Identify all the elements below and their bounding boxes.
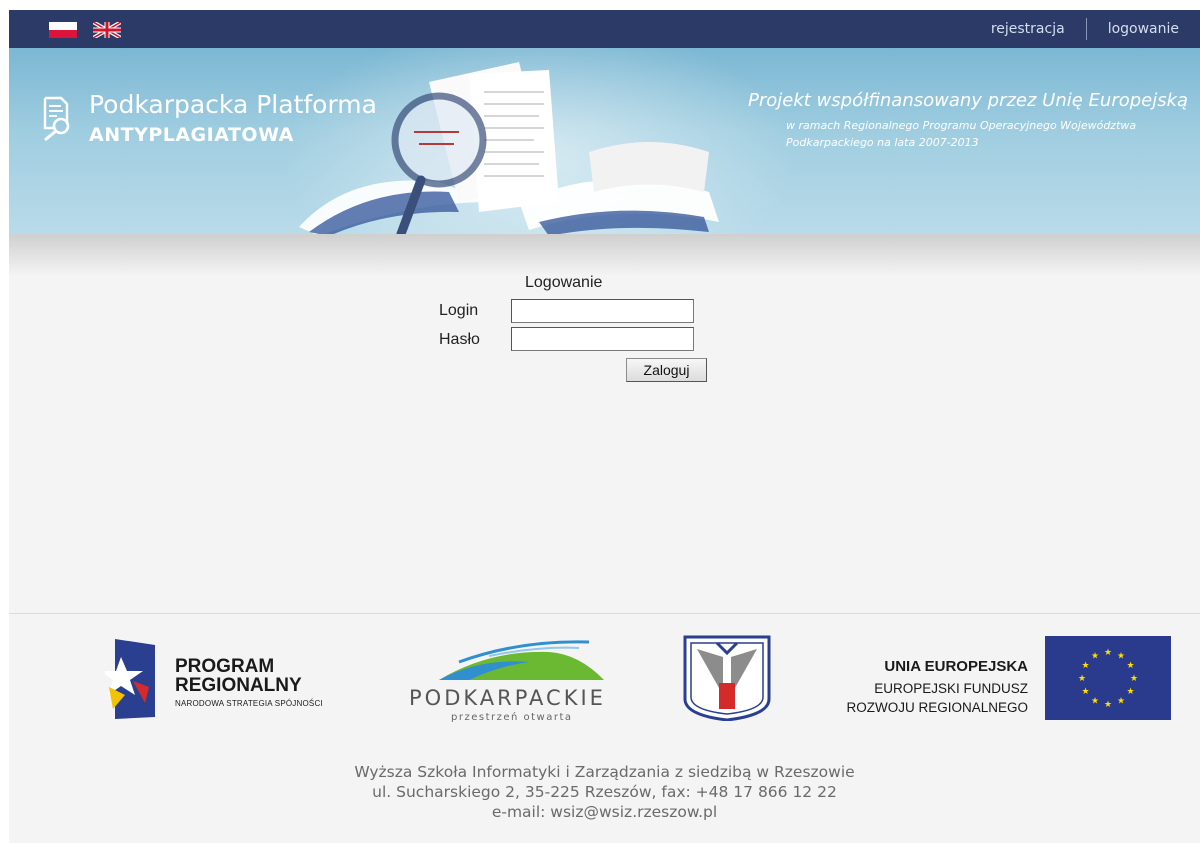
footer-institution: Wyższa Szkoła Informatyki i Zarządzania … <box>354 763 855 781</box>
page: rejestracja logowanie Podkarpacka Platfo… <box>9 10 1200 843</box>
eu-cofinancing-subtitle: w ramach Regionalnego Programu Operacyjn… <box>786 119 1137 149</box>
eu-star-icon: ★ <box>1126 687 1134 697</box>
brand-subtitle: ANTYPLAGIATOWA <box>89 124 294 146</box>
login-link[interactable]: logowanie <box>1085 18 1200 40</box>
eu-logo-sub2: ROZWOJU REGIONALNEGO <box>846 700 1028 715</box>
program-regionalny-icon <box>105 639 155 719</box>
podkarpackie-logo: PODKARPACKIE przestrzeń otwarta <box>407 640 647 723</box>
login-label: Login <box>439 302 479 319</box>
podkarpackie-name: PODKARPACKIE <box>409 686 606 710</box>
podkarpackie-hills-icon <box>439 640 604 680</box>
top-bar: rejestracja logowanie <box>9 10 1200 48</box>
eu-star-icon: ★ <box>1117 652 1125 662</box>
program-regionalny-line1: PROGRAM <box>175 656 275 677</box>
eu-star-icon: ★ <box>1104 700 1112 710</box>
register-link[interactable]: rejestracja <box>970 18 1086 40</box>
eu-star-icon: ★ <box>1117 697 1125 707</box>
eu-cofinancing-note: Projekt współfinansowany przez Unię Euro… <box>748 90 1189 151</box>
login-title: Logowanie <box>525 274 603 291</box>
footer-email[interactable]: e-mail: wsiz@wsiz.rzeszow.pl <box>9 802 1200 822</box>
eu-star-icon: ★ <box>1091 697 1099 707</box>
document-search-icon <box>43 96 70 142</box>
eu-star-icon: ★ <box>1091 652 1099 662</box>
eu-star-icon: ★ <box>1081 661 1089 671</box>
eu-logo-title: UNIA EUROPEJSKA <box>884 658 1028 675</box>
program-regionalny-line2: REGIONALNY <box>175 675 302 696</box>
password-label: Hasło <box>439 331 480 348</box>
eu-cofinancing-title: Projekt współfinansowany przez Unię Euro… <box>748 90 1189 111</box>
footer: Wyższa Szkoła Informatyki i Zarządzania … <box>9 762 1200 822</box>
eu-logo: UNIA EUROPEJSKA EUROPEJSKI FUNDUSZ ROZWO… <box>815 636 1175 722</box>
sponsor-logos: PROGRAM REGIONALNY NARODOWA STRATEGIA SP… <box>9 632 1200 732</box>
uk-flag-icon[interactable] <box>93 22 121 38</box>
program-regionalny-subtitle: NARODOWA STRATEGIA SPÓJNOŚCI <box>175 699 323 708</box>
eu-logo-sub1: EUROPEJSKI FUNDUSZ <box>874 681 1028 696</box>
password-input[interactable] <box>511 327 694 351</box>
eu-flag-icon: ★★★★★★★★★ ★ ★★ <box>1045 636 1171 720</box>
eu-star-icon: ★ <box>1130 674 1138 684</box>
footer-address: ul. Sucharskiego 2, 35-225 Rzeszów, fax:… <box>372 783 837 801</box>
wsiz-logo-icon <box>683 635 771 721</box>
login-input[interactable] <box>511 299 694 323</box>
books-magnifier-illustration <box>299 62 719 234</box>
program-regionalny-logo: PROGRAM REGIONALNY NARODOWA STRATEGIA SP… <box>105 637 375 719</box>
podkarpackie-slogan: przestrzeń otwarta <box>451 712 573 723</box>
top-links: rejestracja logowanie <box>970 10 1200 48</box>
eu-star-icon: ★ <box>1081 687 1089 697</box>
eu-star-icon: ★ <box>1078 674 1086 684</box>
divider <box>9 613 1200 614</box>
header-banner: Podkarpacka Platforma ANTYPLAGIATOWA Pro… <box>9 48 1200 234</box>
eu-star-icon: ★ <box>1104 648 1112 658</box>
eu-star-icon: ★ <box>1126 661 1134 671</box>
login-submit-button[interactable]: Zaloguj <box>626 358 707 382</box>
polish-flag-icon[interactable] <box>49 22 77 38</box>
